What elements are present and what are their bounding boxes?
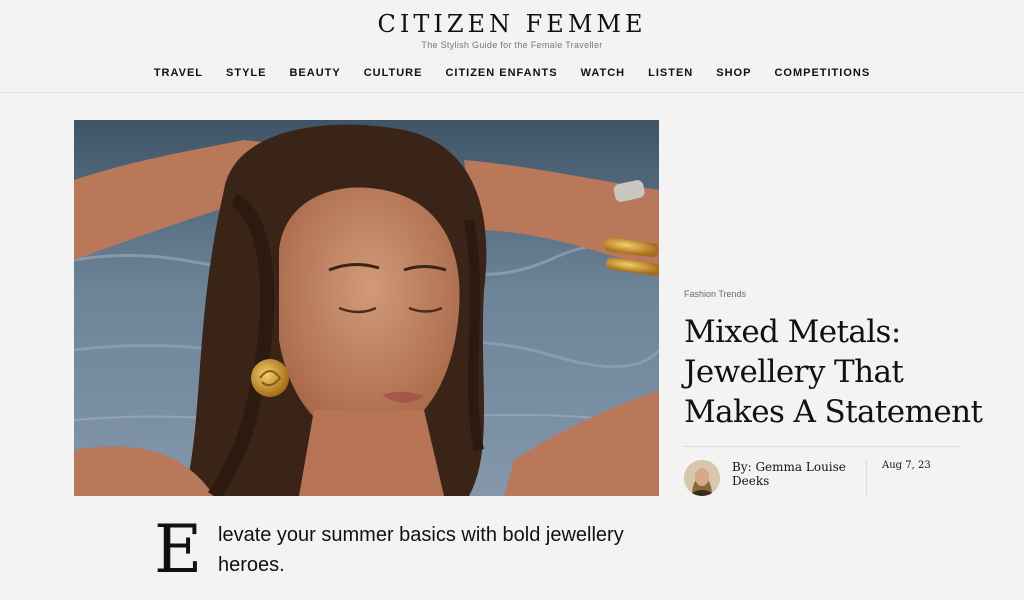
article-category[interactable]: Fashion Trends <box>684 289 746 299</box>
nav-item-style[interactable]: STYLE <box>226 67 266 79</box>
article-title: Mixed Metals: Jewellery That Makes A Sta… <box>684 314 983 430</box>
dropcap-letter: E <box>154 511 203 588</box>
site-header: CITIZEN FEMME The Stylish Guide for the … <box>0 0 1024 93</box>
nav-item-beauty[interactable]: BEAUTY <box>289 67 340 79</box>
nav-item-competitions[interactable]: COMPETITIONS <box>774 67 870 79</box>
nav-item-citizen-enfants[interactable]: CITIZEN ENFANTS <box>445 67 557 79</box>
hero-photo-illustration <box>74 120 659 496</box>
article-lede: levate your summer basics with bold jewe… <box>218 524 624 576</box>
nav-item-watch[interactable]: WATCH <box>581 67 626 79</box>
hero-image <box>74 120 659 496</box>
avatar-icon <box>684 460 720 496</box>
byline-prefix: By: <box>732 460 756 474</box>
meta-vertical-divider <box>866 460 867 496</box>
article-date: Aug 7, 23 <box>882 460 931 471</box>
site-logo[interactable]: CITIZEN FEMME <box>0 10 1024 38</box>
article-byline: By: Gemma Louise Deeks <box>732 460 852 488</box>
meta-divider <box>684 446 960 447</box>
gold-earring-icon <box>251 359 289 397</box>
nav-item-travel[interactable]: TRAVEL <box>154 67 203 79</box>
nav-item-culture[interactable]: CULTURE <box>364 67 423 79</box>
author-avatar[interactable] <box>684 460 720 496</box>
site-tagline: The Stylish Guide for the Female Travell… <box>421 40 603 50</box>
nav-item-listen[interactable]: LISTEN <box>648 67 693 79</box>
main-nav: TRAVEL STYLE BEAUTY CULTURE CITIZEN ENFA… <box>0 67 1024 79</box>
nav-item-shop[interactable]: SHOP <box>716 67 751 79</box>
